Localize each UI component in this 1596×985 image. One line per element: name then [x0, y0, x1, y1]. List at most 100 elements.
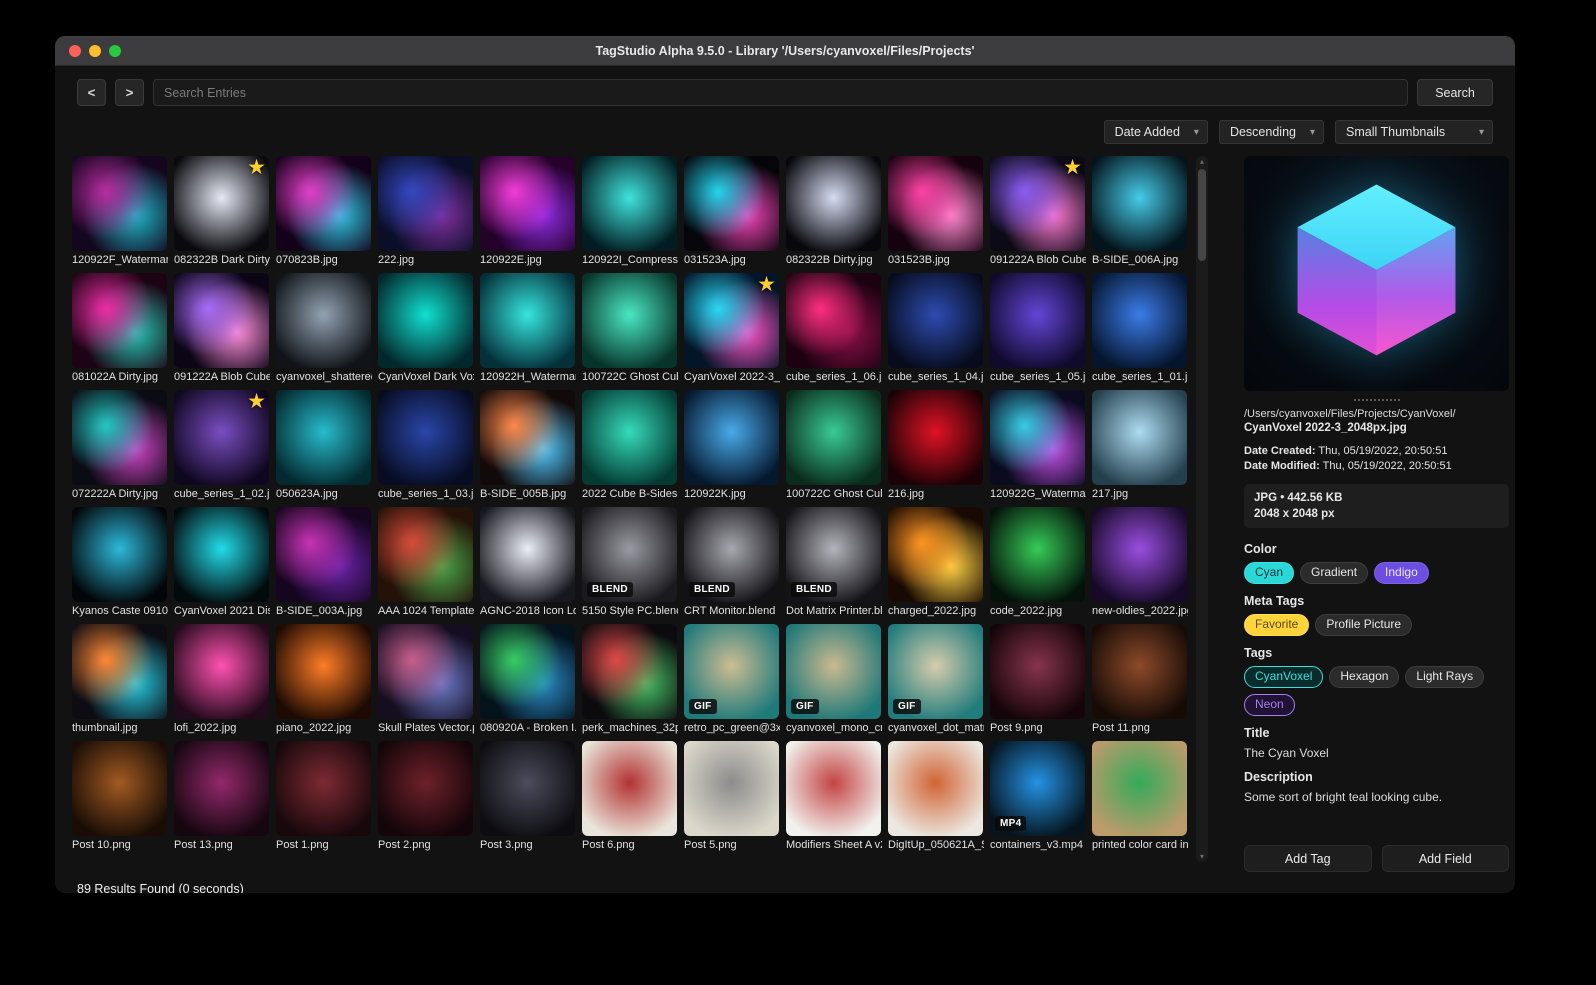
- thumbnail-image[interactable]: [480, 273, 575, 368]
- thumbnail-image[interactable]: [72, 741, 167, 836]
- grid-item[interactable]: Modifiers Sheet A v2.png: [786, 741, 882, 854]
- grid-item[interactable]: lofi_2022.jpg: [174, 624, 270, 737]
- thumbnail-image[interactable]: [378, 156, 473, 251]
- tag-pill[interactable]: Hexagon: [1329, 666, 1400, 688]
- tag-pill[interactable]: Profile Picture: [1315, 614, 1413, 636]
- grid-item[interactable]: 120922F_Watermark.jpg: [72, 156, 168, 269]
- grid-item[interactable]: code_2022.jpg: [990, 507, 1086, 620]
- tag-pill[interactable]: Indigo: [1374, 562, 1429, 584]
- grid-item[interactable]: Post 3.png: [480, 741, 576, 854]
- grid-item[interactable]: charged_2022.jpg: [888, 507, 984, 620]
- thumbnail-image[interactable]: [786, 273, 881, 368]
- thumbnail-image[interactable]: ★: [174, 390, 269, 485]
- grid-item[interactable]: BLEND 5150 Style PC.blend: [582, 507, 678, 620]
- scrollbar-thumb[interactable]: [1198, 169, 1206, 261]
- thumbnail-image[interactable]: GIF: [888, 624, 983, 719]
- scroll-up-icon[interactable]: ▴: [1196, 157, 1208, 166]
- grid-item[interactable]: Post 9.png: [990, 624, 1086, 737]
- thumbnail-image[interactable]: [480, 390, 575, 485]
- back-button[interactable]: <: [77, 79, 106, 106]
- grid-item[interactable]: BLEND Dot Matrix Printer.blend: [786, 507, 882, 620]
- thumbnail-image[interactable]: [480, 156, 575, 251]
- grid-item[interactable]: B-SIDE_005B.jpg: [480, 390, 576, 503]
- grid-item[interactable]: AGNC-2018 Icon Logo.png: [480, 507, 576, 620]
- grid-item[interactable]: ★ cube_series_1_02.jpg: [174, 390, 270, 503]
- thumbnail-image[interactable]: [582, 624, 677, 719]
- search-button[interactable]: Search: [1417, 79, 1493, 106]
- grid-item[interactable]: Post 5.png: [684, 741, 780, 854]
- tag-pill[interactable]: Favorite: [1244, 614, 1310, 636]
- thumbnail-image[interactable]: [276, 156, 371, 251]
- close-button[interactable]: [69, 45, 81, 57]
- thumbnail-image[interactable]: ★: [684, 273, 779, 368]
- grid-item[interactable]: 050623A.jpg: [276, 390, 372, 503]
- thumbnail-image[interactable]: [1092, 273, 1187, 368]
- grid-item[interactable]: CyanVoxel 2021 Display.png: [174, 507, 270, 620]
- grid-item[interactable]: 216.jpg: [888, 390, 984, 503]
- scroll-down-icon[interactable]: ▾: [1196, 852, 1208, 861]
- thumbnail-image[interactable]: [480, 624, 575, 719]
- thumbnail-image[interactable]: [990, 390, 1085, 485]
- sort-order-dropdown[interactable]: Descending ▾: [1218, 120, 1324, 144]
- grid-item[interactable]: Post 2.png: [378, 741, 474, 854]
- grid-item[interactable]: 091222A Blob Cube.jpg: [174, 273, 270, 386]
- thumbnail-image[interactable]: [174, 624, 269, 719]
- grid-item[interactable]: B-SIDE_003A.jpg: [276, 507, 372, 620]
- grid-item[interactable]: Post 11.png: [1092, 624, 1188, 737]
- thumbnail-image[interactable]: [276, 507, 371, 602]
- grid-item[interactable]: MP4 containers_v3.mp4: [990, 741, 1086, 854]
- grid-item[interactable]: 120922K.jpg: [684, 390, 780, 503]
- thumbnail-image[interactable]: [1092, 507, 1187, 602]
- grid-item[interactable]: piano_2022.jpg: [276, 624, 372, 737]
- grid-item[interactable]: BLEND CRT Monitor.blend: [684, 507, 780, 620]
- grid-item[interactable]: perk_machines_32px.png: [582, 624, 678, 737]
- grid-item[interactable]: 082322B Dirty.jpg: [786, 156, 882, 269]
- thumbnail-image[interactable]: [888, 156, 983, 251]
- grid-item[interactable]: AAA 1024 Template.png: [378, 507, 474, 620]
- thumbnail-image[interactable]: [582, 273, 677, 368]
- thumbnail-image[interactable]: [684, 390, 779, 485]
- grid-item[interactable]: CyanVoxel Dark Voxel.jpg: [378, 273, 474, 386]
- thumbnail-image[interactable]: BLEND: [786, 507, 881, 602]
- thumbnail-image[interactable]: MP4: [990, 741, 1085, 836]
- thumbnail-image[interactable]: [582, 741, 677, 836]
- add-field-button[interactable]: Add Field: [1381, 845, 1509, 872]
- thumbnail-image[interactable]: [1092, 624, 1187, 719]
- search-input[interactable]: [153, 79, 1408, 106]
- thumbnail-image[interactable]: [582, 156, 677, 251]
- thumbnail-image[interactable]: [786, 156, 881, 251]
- thumbnail-image[interactable]: [378, 624, 473, 719]
- thumbnail-image[interactable]: [786, 390, 881, 485]
- grid-item[interactable]: 031523A.jpg: [684, 156, 780, 269]
- grid-item[interactable]: 031523B.jpg: [888, 156, 984, 269]
- thumbnail-image[interactable]: [378, 273, 473, 368]
- thumbnail-image[interactable]: [786, 741, 881, 836]
- thumbnail-image[interactable]: [276, 624, 371, 719]
- maximize-button[interactable]: [109, 45, 121, 57]
- grid-item[interactable]: cube_series_1_04.jpg: [888, 273, 984, 386]
- thumbnail-image[interactable]: [174, 273, 269, 368]
- thumbnail-image[interactable]: [72, 273, 167, 368]
- resize-handle[interactable]: [1353, 399, 1400, 401]
- scrollbar[interactable]: ▴ ▾: [1196, 156, 1208, 862]
- grid-item[interactable]: Skull Plates Vector.png: [378, 624, 474, 737]
- thumbnail-image[interactable]: BLEND: [684, 507, 779, 602]
- grid-item[interactable]: 222.jpg: [378, 156, 474, 269]
- thumbnail-image[interactable]: [582, 390, 677, 485]
- thumbnail-image[interactable]: [276, 741, 371, 836]
- grid-item[interactable]: GIF cyanvoxel_dot_matrix.gif: [888, 624, 984, 737]
- grid-item[interactable]: 120922G_Watermark.jpg: [990, 390, 1086, 503]
- thumbnail-image[interactable]: [72, 624, 167, 719]
- grid-item[interactable]: thumbnail.jpg: [72, 624, 168, 737]
- grid-item[interactable]: GIF cyanvoxel_mono_crt.gif: [786, 624, 882, 737]
- thumbnail-image[interactable]: [1092, 741, 1187, 836]
- thumbnail-image[interactable]: [888, 273, 983, 368]
- tag-pill[interactable]: Cyan: [1244, 562, 1295, 584]
- grid-item[interactable]: 120922E.jpg: [480, 156, 576, 269]
- grid-item[interactable]: Post 13.png: [174, 741, 270, 854]
- grid-item[interactable]: Post 6.png: [582, 741, 678, 854]
- thumbnail-image[interactable]: [378, 741, 473, 836]
- titlebar[interactable]: TagStudio Alpha 9.5.0 - Library '/Users/…: [55, 36, 1515, 66]
- thumbnail-image[interactable]: [174, 507, 269, 602]
- thumbnail-image[interactable]: [1092, 390, 1187, 485]
